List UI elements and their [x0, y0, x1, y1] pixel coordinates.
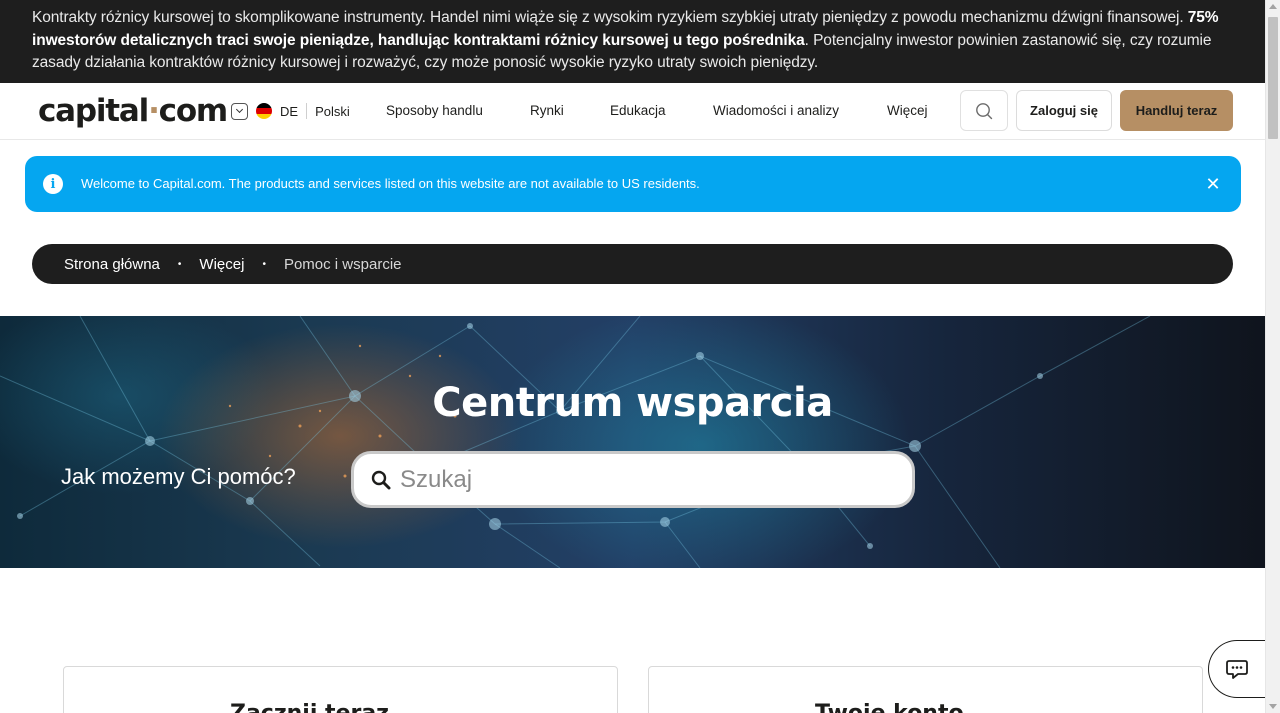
- support-search-box[interactable]: [351, 451, 915, 508]
- site-header: capital·com DE Polski Sposoby handlu Ryn…: [0, 83, 1265, 140]
- info-icon: i: [43, 174, 63, 194]
- card-title: Twoje konto: [815, 701, 964, 713]
- region-code: DE: [280, 103, 299, 119]
- scroll-up-arrow-icon[interactable]: [1269, 4, 1277, 9]
- chevron-down-icon: [231, 102, 248, 120]
- card-get-started[interactable]: Zacznij teraz: [63, 666, 618, 713]
- nav-wiecej[interactable]: Więcej: [887, 103, 928, 118]
- language-label: Polski: [315, 103, 350, 119]
- nav-rynki[interactable]: Rynki: [530, 103, 564, 118]
- chat-button[interactable]: [1208, 640, 1268, 698]
- language-selector[interactable]: DE Polski: [231, 102, 350, 120]
- scrollbar-thumb[interactable]: [1268, 17, 1278, 139]
- search-icon: [371, 470, 391, 489]
- logo-text-left: capital: [38, 93, 149, 129]
- card-your-account[interactable]: Twoje konto: [648, 666, 1203, 713]
- support-center-title: Centrum wsparcia: [432, 380, 833, 426]
- nav-wiadomosci-i-analizy[interactable]: Wiadomości i analizy: [713, 103, 839, 118]
- breadcrumb-home[interactable]: Strona główna: [64, 256, 160, 273]
- risk-warning-text: Kontrakty różnicy kursowej to skomplikow…: [32, 9, 1188, 26]
- breadcrumb-current: Pomoc i wsparcie: [283, 255, 402, 273]
- chat-icon: [1226, 660, 1248, 679]
- support-hero: Centrum wsparcia Jak możemy Ci pomóc?: [0, 316, 1265, 568]
- nav-edukacja[interactable]: Edukacja: [610, 103, 666, 118]
- capital-logo[interactable]: capital·com: [38, 93, 229, 129]
- login-button[interactable]: Zaloguj się: [1016, 90, 1112, 131]
- card-title: Zacznij teraz: [230, 701, 389, 713]
- search-icon: [976, 102, 993, 119]
- logo-dot: ·: [148, 93, 160, 129]
- risk-warning-banner: Kontrakty różnicy kursowej to skomplikow…: [0, 0, 1265, 83]
- close-icon[interactable]: ✕: [1205, 174, 1221, 194]
- notice-message: Welcome to Capital.com. The products and…: [81, 176, 700, 191]
- germany-flag-icon: [256, 103, 272, 119]
- help-question: Jak możemy Ci pomóc?: [61, 464, 296, 489]
- breadcrumb: Strona główna • Więcej • Pomoc i wsparci…: [32, 244, 1233, 284]
- us-residents-notice: i Welcome to Capital.com. The products a…: [25, 156, 1241, 212]
- page-scrollbar[interactable]: [1265, 0, 1280, 713]
- breadcrumb-wiecej[interactable]: Więcej: [199, 256, 244, 273]
- support-search-input[interactable]: [400, 465, 880, 494]
- language-divider: [306, 103, 308, 119]
- trade-now-button[interactable]: Handluj teraz: [1120, 90, 1233, 131]
- logo-text-right: com: [158, 93, 229, 129]
- nav-sposoby-handlu[interactable]: Sposoby handlu: [386, 103, 483, 118]
- breadcrumb-separator: •: [177, 258, 182, 270]
- network-background-image: [0, 316, 1151, 568]
- scroll-down-arrow-icon[interactable]: [1269, 704, 1277, 709]
- header-search-button[interactable]: [960, 90, 1008, 131]
- breadcrumb-separator: •: [262, 258, 266, 270]
